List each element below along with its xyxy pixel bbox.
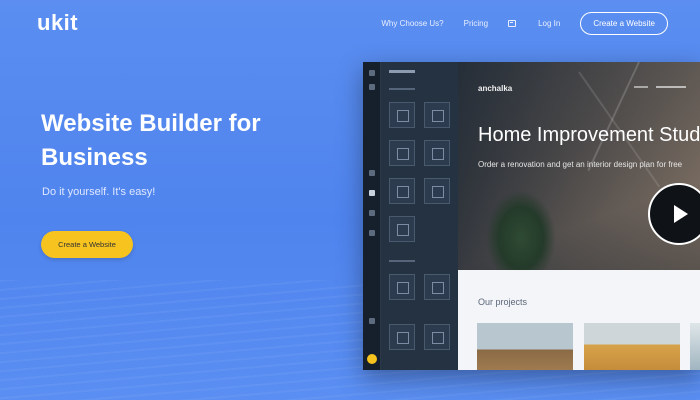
- site-subtitle: Order a renovation and get an interior d…: [478, 160, 683, 169]
- play-icon: [674, 205, 688, 223]
- background-beam: [587, 62, 640, 172]
- site-menu-item: [656, 86, 686, 88]
- widget-tile: [389, 274, 415, 300]
- site-title: Home Improvement Stud: [478, 124, 700, 146]
- editor-preview: anchalka Home Improvement Stud Order a r…: [363, 62, 700, 370]
- projects-heading: Our projects: [478, 297, 528, 307]
- chat-icon[interactable]: [508, 20, 517, 27]
- site-brand: anchalka: [478, 84, 513, 93]
- create-website-button[interactable]: Create a Website: [41, 231, 133, 258]
- hero-title: Website Builder for Business: [41, 110, 261, 171]
- widget-tile: [424, 178, 450, 204]
- panel-section-label: [389, 260, 415, 262]
- widget-tile: [424, 274, 450, 300]
- tool-icon: [369, 170, 375, 176]
- project-thumbnail: [477, 323, 573, 370]
- widget-tile: [424, 140, 450, 166]
- page-icon: [369, 190, 375, 196]
- play-video-button[interactable]: [648, 183, 700, 245]
- layers-icon: [369, 210, 375, 216]
- back-icon: [369, 84, 375, 90]
- panel-section-label: [389, 88, 415, 90]
- widget-tile: [389, 178, 415, 204]
- projects-section: Our projects: [458, 270, 700, 370]
- top-nav: Why Choose Us? Pricing Log In Create a W…: [381, 12, 668, 35]
- nav-why-choose-us[interactable]: Why Choose Us?: [381, 19, 443, 28]
- settings-icon: [369, 230, 375, 236]
- widget-tile: [389, 140, 415, 166]
- widget-tile: [389, 102, 415, 128]
- widget-tile: [389, 324, 415, 350]
- help-icon: [369, 318, 375, 324]
- create-website-button-header[interactable]: Create a Website: [580, 12, 668, 35]
- widget-tile: [389, 216, 415, 242]
- nav-pricing[interactable]: Pricing: [464, 19, 488, 28]
- nav-login[interactable]: Log In: [538, 19, 560, 28]
- editor-toolbar-rail: [363, 62, 381, 370]
- widget-tile: [424, 102, 450, 128]
- project-thumbnail: [584, 323, 680, 370]
- widgets-panel: [381, 62, 458, 370]
- menu-icon: [369, 70, 375, 76]
- user-avatar: [367, 354, 377, 364]
- hero-subtitle: Do it yourself. It's easy!: [42, 186, 156, 198]
- project-thumbnail: [690, 323, 700, 370]
- site-menu-item: [634, 86, 648, 88]
- widget-tile: [424, 324, 450, 350]
- panel-header: [389, 70, 415, 73]
- plant-decoration: [486, 190, 556, 270]
- ukit-logo[interactable]: ukit: [37, 10, 78, 36]
- site-hero-preview: anchalka Home Improvement Stud Order a r…: [458, 62, 700, 270]
